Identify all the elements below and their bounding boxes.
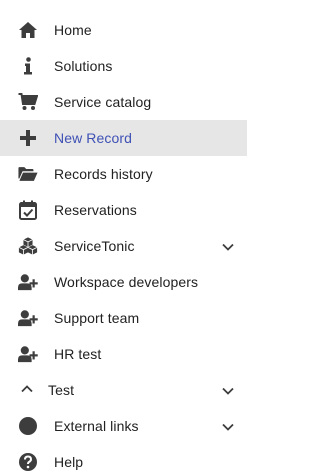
plus-icon [18, 128, 38, 148]
user-plus-icon [18, 272, 38, 292]
sidebar-nav: Home Solutions Service catalog New Recor… [0, 0, 247, 475]
sidebar-item-label: Records history [54, 166, 153, 182]
chevron-down-icon[interactable] [221, 240, 235, 254]
sidebar-item-help[interactable]: Help [0, 444, 247, 475]
sidebar-item-label: External links [54, 418, 139, 434]
sidebar-item-label: Solutions [54, 58, 113, 74]
sidebar-item-new-record[interactable]: New Record [0, 120, 247, 156]
sidebar-section-label: Test [48, 382, 75, 398]
sidebar-item-label: Reservations [54, 202, 137, 218]
sidebar-item-label: New Record [54, 130, 133, 146]
sidebar-item-label: Help [54, 454, 84, 470]
home-icon [18, 20, 38, 40]
sidebar-item-service-catalog[interactable]: Service catalog [0, 84, 247, 120]
sidebar-item-label: HR test [54, 346, 102, 362]
sidebar-item-hr-test[interactable]: HR test [0, 336, 247, 372]
sidebar-item-solutions[interactable]: Solutions [0, 48, 247, 84]
chevron-up-icon[interactable] [20, 382, 34, 396]
sidebar-item-records-history[interactable]: Records history [0, 156, 247, 192]
cubes-icon [18, 236, 38, 256]
sidebar-item-workspace-developers[interactable]: Workspace developers [0, 264, 247, 300]
info-icon [18, 56, 38, 76]
circle-icon [18, 416, 38, 436]
help-circle-icon [18, 452, 38, 472]
sidebar-item-home[interactable]: Home [0, 12, 247, 48]
calendar-check-icon [18, 200, 38, 220]
sidebar-item-label: Workspace developers [54, 274, 199, 290]
cart-icon [18, 92, 38, 112]
sidebar-section-test[interactable]: Test [0, 372, 247, 408]
user-plus-icon [18, 344, 38, 364]
sidebar-item-label: Service catalog [54, 94, 152, 110]
sidebar-item-reservations[interactable]: Reservations [0, 192, 247, 228]
chevron-down-icon[interactable] [221, 420, 235, 434]
sidebar-item-support-team[interactable]: Support team [0, 300, 247, 336]
chevron-down-icon[interactable] [221, 384, 235, 398]
sidebar-item-external-links[interactable]: External links [0, 408, 247, 444]
sidebar-item-label: Support team [54, 310, 140, 326]
folder-open-icon [18, 164, 38, 184]
user-plus-icon [18, 308, 38, 328]
sidebar-item-label: Home [54, 22, 92, 38]
sidebar-item-servicetonic[interactable]: ServiceTonic [0, 228, 247, 264]
sidebar-item-label: ServiceTonic [54, 238, 135, 254]
